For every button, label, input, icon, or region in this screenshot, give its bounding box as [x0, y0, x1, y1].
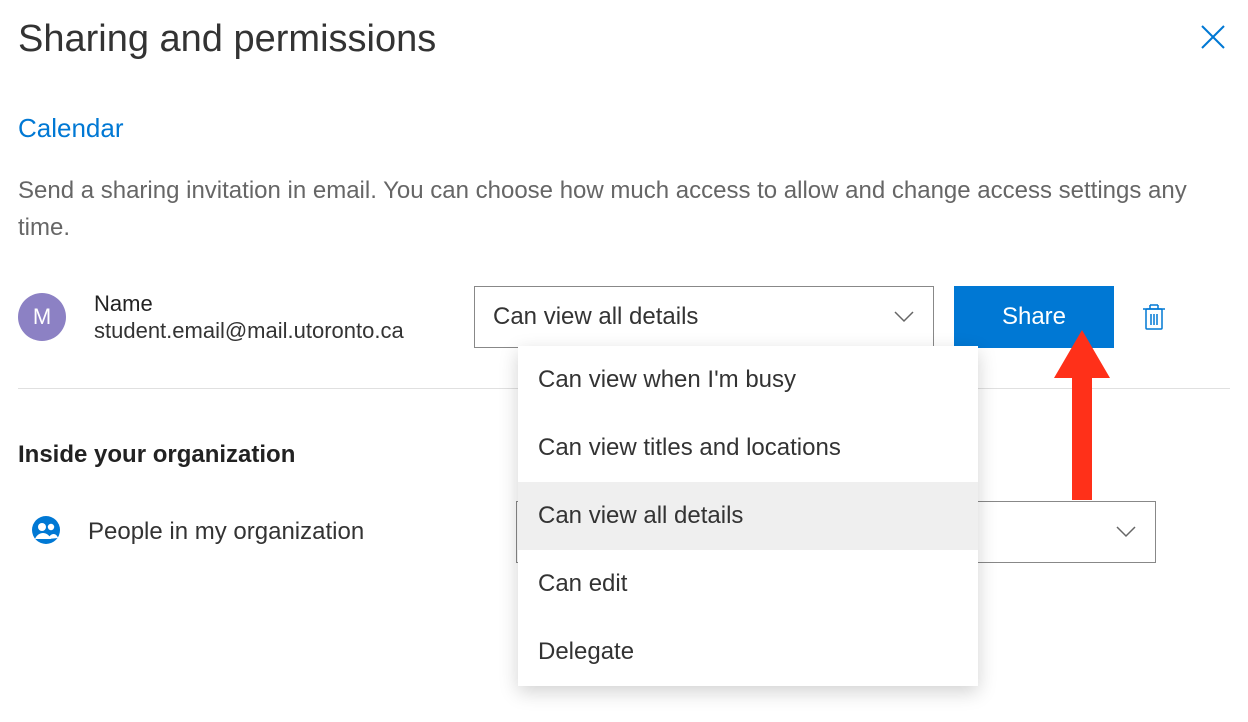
org-icon	[30, 516, 62, 548]
calendar-heading: Calendar	[18, 113, 1230, 144]
page-title: Sharing and permissions	[18, 18, 436, 61]
people-icon	[31, 515, 61, 550]
invitee-name: Name	[94, 290, 474, 318]
permission-option-all-details[interactable]: Can view all details	[518, 482, 978, 550]
close-button[interactable]	[1196, 20, 1230, 54]
chevron-down-icon	[1115, 525, 1137, 539]
title-row: Sharing and permissions	[18, 18, 1230, 61]
avatar-initial: M	[33, 304, 51, 330]
share-button[interactable]: Share	[954, 286, 1114, 348]
avatar: M	[18, 293, 66, 341]
permission-dropdown-menu: Can view when I'm busy Can view titles a…	[518, 346, 978, 686]
permission-select-value: Can view all details	[493, 303, 698, 331]
permission-option-busy[interactable]: Can view when I'm busy	[518, 346, 978, 414]
share-button-label: Share	[1002, 303, 1066, 331]
trash-icon	[1141, 302, 1167, 332]
permission-option-titles[interactable]: Can view titles and locations	[518, 414, 978, 482]
invitee-text: Name student.email@mail.utoronto.ca	[94, 290, 474, 345]
sharing-permissions-panel: Sharing and permissions Calendar Send a …	[0, 0, 1248, 722]
org-row-label: People in my organization	[88, 518, 468, 546]
section-description: Send a sharing invitation in email. You …	[18, 172, 1198, 246]
chevron-down-icon	[893, 310, 915, 324]
invitee-email: student.email@mail.utoronto.ca	[94, 317, 474, 345]
remove-button[interactable]	[1134, 286, 1174, 348]
permission-option-delegate[interactable]: Delegate	[518, 618, 978, 686]
permission-option-edit[interactable]: Can edit	[518, 550, 978, 618]
close-icon	[1200, 24, 1226, 50]
permission-select[interactable]: Can view all details	[474, 286, 934, 348]
